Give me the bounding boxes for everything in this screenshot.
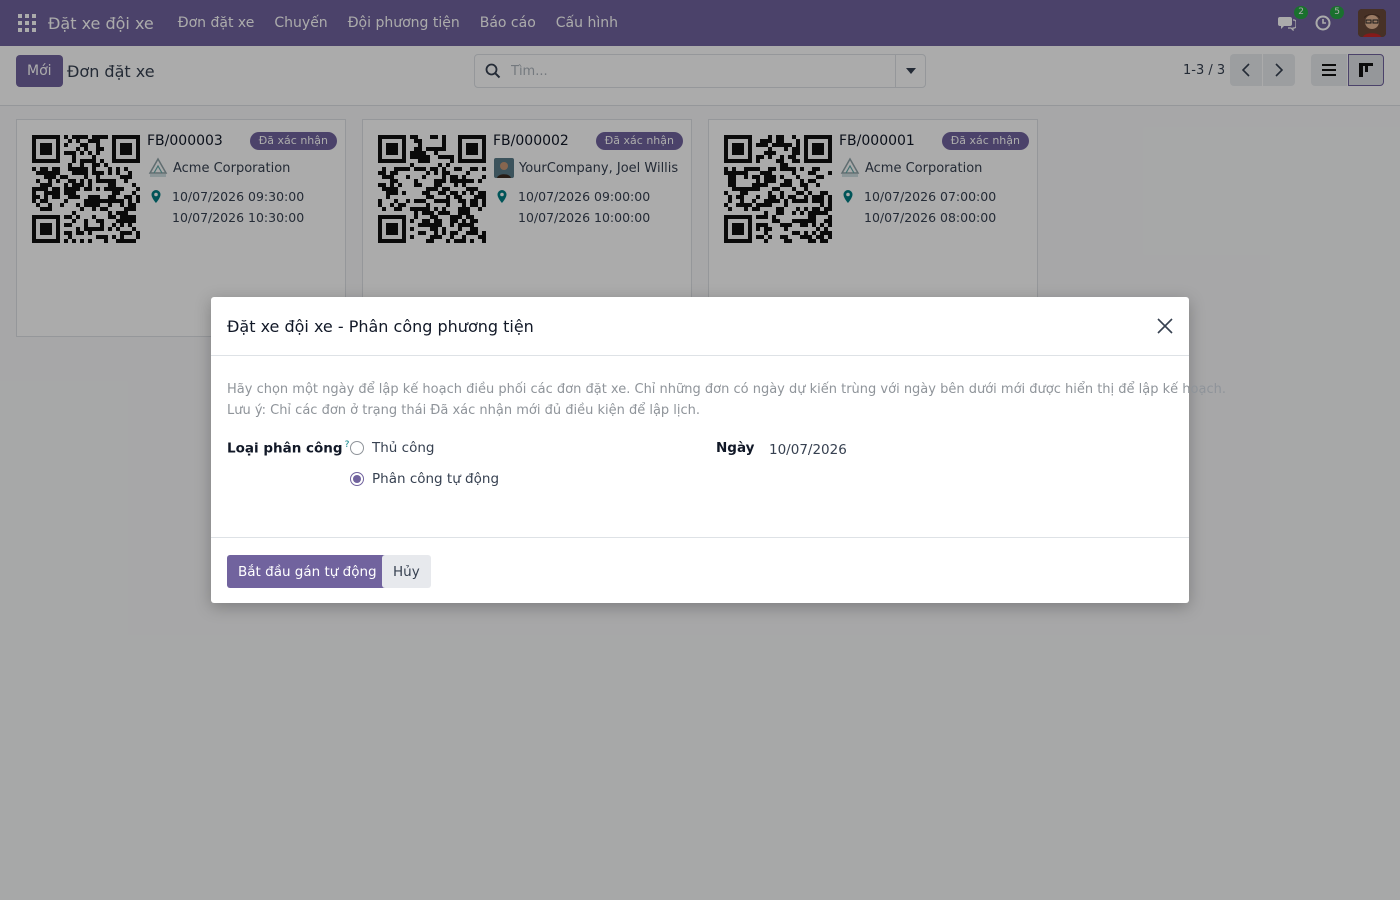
vehicle-assignment-dialog: Đặt xe đội xe - Phân công phương tiện Hã… <box>211 297 1226 603</box>
date-field[interactable]: 10/07/2026 <box>769 442 847 458</box>
dialog-title: Đặt xe đội xe - Phân công phương tiện <box>227 317 534 336</box>
help-tooltip-icon[interactable]: ? <box>345 440 350 450</box>
radio-auto[interactable]: Phân công tự động <box>350 471 499 487</box>
radio-manual[interactable]: Thủ công <box>350 440 434 456</box>
dialog-header: Đặt xe đội xe - Phân công phương tiện <box>211 297 1189 356</box>
radio-auto-label[interactable]: Phân công tự động <box>372 471 499 487</box>
radio-manual-input[interactable] <box>350 441 364 455</box>
assignment-type-label: Loại phân công? <box>227 440 349 457</box>
dialog-note: Lưu ý: Chỉ các đơn ở trạng thái Đã xác n… <box>227 403 701 418</box>
start-auto-assign-button[interactable]: Bắt đầu gán tự động <box>227 555 388 588</box>
close-icon[interactable] <box>1155 316 1175 336</box>
date-label: Ngày <box>716 440 755 456</box>
cancel-button[interactable]: Hủy <box>382 555 431 588</box>
radio-manual-label[interactable]: Thủ công <box>372 440 434 456</box>
dialog-footer: Bắt đầu gán tự động Hủy <box>211 537 1189 603</box>
radio-auto-input[interactable] <box>350 472 364 486</box>
assignment-type-label-text: Loại phân công <box>227 440 343 457</box>
dialog-description: Hãy chọn một ngày để lập kế hoạch điều p… <box>227 382 1226 397</box>
